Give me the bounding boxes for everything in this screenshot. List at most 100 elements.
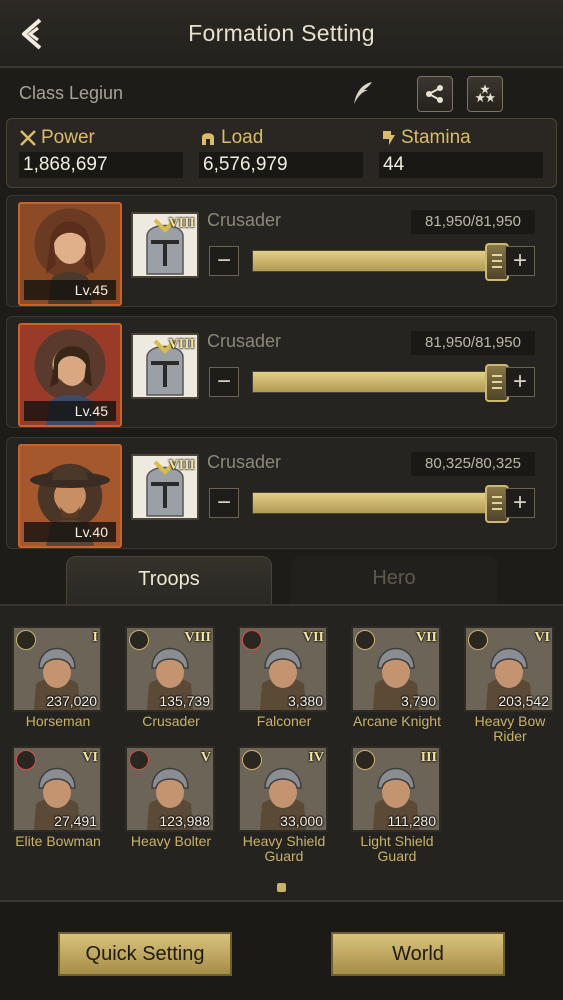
tier-badge: VI — [534, 630, 550, 645]
load-stat: Load 6,576,979 — [199, 127, 363, 178]
tier-badge: VIII — [168, 337, 195, 352]
tier-badge: VI — [82, 750, 98, 765]
troop-cell[interactable]: VIII 135,739 Crusader — [125, 626, 217, 729]
troop-card[interactable]: VII 3,380 — [238, 626, 328, 712]
tier-badge: VII — [415, 630, 437, 645]
rename-button[interactable] — [350, 80, 376, 106]
troop-label: Falconer — [256, 713, 312, 729]
troop-slider[interactable] — [252, 243, 509, 281]
rating-button[interactable] — [467, 76, 503, 112]
decrease-button[interactable]: − — [209, 367, 239, 397]
slider-fill — [253, 493, 497, 513]
tier-badge: VIII — [184, 630, 211, 645]
hero-row: Lv.45 VIII Crusader 81,950/81,950 − + — [6, 316, 557, 428]
troop-card[interactable]: V 123,988 — [125, 746, 215, 832]
troop-cell[interactable]: VII 3,790 Arcane Knight — [351, 626, 443, 729]
troop-label: Arcane Knight — [353, 713, 441, 729]
crossed-swords-icon — [20, 130, 36, 146]
troop-count: 3,380 — [287, 693, 323, 709]
troop-cell[interactable]: VI 27,491 Elite Bowman — [12, 746, 104, 849]
hero-level: Lv.45 — [24, 401, 116, 421]
increase-button[interactable]: + — [505, 488, 535, 518]
decrease-button[interactable]: − — [209, 246, 239, 276]
troop-card[interactable]: VI 27,491 — [12, 746, 102, 832]
helmet-icon — [202, 133, 214, 145]
tab-troops[interactable]: Troops — [66, 556, 272, 604]
infantry-icon — [242, 750, 262, 770]
hero-portrait[interactable]: Lv.40 — [18, 444, 122, 548]
troop-cell[interactable]: I 237,020 Horseman — [12, 626, 104, 729]
troop-count: 33,000 — [280, 813, 323, 829]
footer-bar: Quick Setting World — [0, 900, 563, 1000]
stars-icon — [475, 84, 496, 103]
stamina-value: 44 — [379, 152, 543, 178]
troop-slider[interactable] — [252, 485, 509, 523]
quick-setting-button[interactable]: Quick Setting — [58, 932, 232, 976]
troop-count: 123,988 — [159, 813, 210, 829]
troop-count: 81,950/81,950 — [411, 210, 535, 234]
decrease-button[interactable]: − — [209, 488, 239, 518]
share-button[interactable] — [417, 76, 453, 112]
troop-count: 80,325/80,325 — [411, 452, 535, 476]
tier-badge: VIII — [168, 216, 195, 231]
hero-row: Lv.45 VIII Crusader 81,950/81,950 − + — [6, 195, 557, 307]
troop-label: Horseman — [25, 713, 91, 729]
crusader-thumb[interactable]: VIII — [131, 454, 199, 520]
hero-row: Lv.40 VIII Crusader 80,325/80,325 − + — [6, 437, 557, 549]
troop-cell[interactable]: VI 203,542 Heavy Bow Rider — [464, 626, 556, 744]
crusader-thumb[interactable]: VIII — [131, 333, 199, 399]
hero-portrait[interactable]: Lv.45 — [18, 323, 122, 427]
tab-hero[interactable]: Hero — [291, 556, 497, 604]
troop-count: 237,020 — [46, 693, 97, 709]
troop-name: Crusader — [207, 210, 282, 230]
hero-portrait[interactable]: Lv.45 — [18, 202, 122, 306]
hero-level: Lv.40 — [24, 522, 116, 542]
troop-label: Light Shield Guard — [360, 833, 434, 864]
troop-label: Heavy Bow Rider — [474, 713, 546, 744]
troop-cell[interactable]: V 123,988 Heavy Bolter — [125, 746, 217, 849]
plus-icon: + — [512, 489, 527, 516]
troop-label: Crusader — [142, 713, 200, 729]
troop-card[interactable]: IV 33,000 — [238, 746, 328, 832]
troop-count: 3,790 — [400, 693, 436, 709]
stamina-icon — [383, 131, 395, 145]
troop-label: Heavy Shield Guard — [242, 833, 326, 864]
troop-card[interactable]: VI 203,542 — [464, 626, 554, 712]
slider-fill — [253, 251, 497, 271]
world-button[interactable]: World — [331, 932, 505, 976]
cavalry-icon — [468, 630, 488, 650]
archer-icon — [242, 630, 262, 650]
troop-slider[interactable] — [252, 364, 509, 402]
tier-badge: III — [420, 750, 437, 765]
hero-level: Lv.45 — [24, 280, 116, 300]
troop-cell[interactable]: IV 33,000 Heavy Shield Guard — [238, 746, 330, 864]
slider-fill — [253, 372, 497, 392]
increase-button[interactable]: + — [505, 367, 535, 397]
troop-count: 81,950/81,950 — [411, 331, 535, 355]
load-label: Load — [221, 127, 264, 148]
archer-icon — [16, 750, 36, 770]
troop-card[interactable]: III 111,280 — [351, 746, 441, 832]
quill-icon — [354, 82, 372, 104]
troop-name: Crusader — [207, 331, 282, 351]
cavalry-icon — [16, 630, 36, 650]
formation-name: Class Legiun — [19, 83, 124, 103]
tier-badge: I — [92, 630, 98, 645]
troop-card[interactable]: VII 3,790 — [351, 626, 441, 712]
troop-card[interactable]: VIII 135,739 — [125, 626, 215, 712]
archer-icon — [129, 750, 149, 770]
power-label: Power — [41, 127, 95, 148]
troop-cell[interactable]: VII 3,380 Falconer — [238, 626, 330, 729]
minus-icon: − — [216, 489, 231, 516]
tab-bar: Troops Hero — [0, 556, 563, 606]
increase-button[interactable]: + — [505, 246, 535, 276]
troop-cell[interactable]: III 111,280 Light Shield Guard — [351, 746, 443, 864]
crusader-thumb[interactable]: VIII — [131, 212, 199, 278]
troop-list-panel: I 237,020 Horseman VIII 135,739 Crusader VII 3,… — [0, 604, 563, 900]
power-value: 1,868,697 — [19, 152, 183, 178]
stamina-label: Stamina — [401, 127, 471, 148]
troop-card[interactable]: I 237,020 — [12, 626, 102, 712]
plus-icon: + — [512, 247, 527, 274]
cavalry-icon — [129, 630, 149, 650]
troop-count: 135,739 — [159, 693, 210, 709]
